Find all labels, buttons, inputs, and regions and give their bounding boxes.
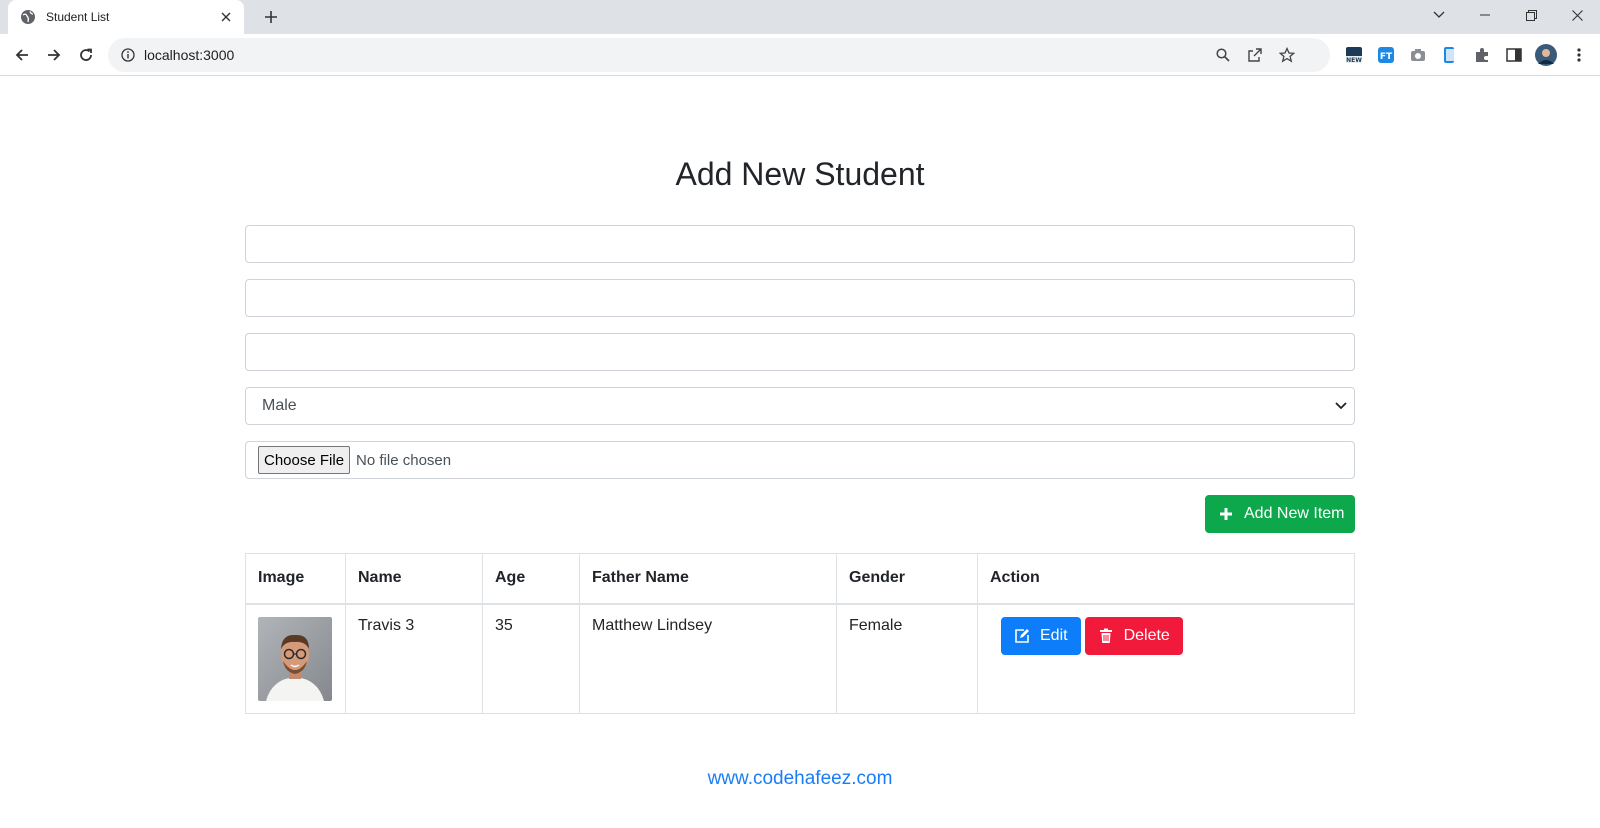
profile-avatar-icon[interactable]	[1535, 44, 1557, 66]
close-tab-icon[interactable]	[218, 9, 234, 25]
edit-button-label: Edit	[1040, 626, 1068, 644]
minimize-icon[interactable]	[1462, 0, 1508, 30]
father-name-input[interactable]	[245, 333, 1355, 371]
svg-text:FT: FT	[1380, 52, 1393, 62]
share-icon[interactable]	[1246, 46, 1264, 64]
chevron-down-icon	[1334, 399, 1348, 413]
forward-icon[interactable]	[40, 41, 68, 69]
camera-icon[interactable]	[1409, 46, 1427, 64]
student-age-input[interactable]	[245, 279, 1355, 317]
reload-icon[interactable]	[72, 41, 100, 69]
header-father-name: Father Name	[579, 553, 837, 605]
extensions-puzzle-icon[interactable]	[1473, 46, 1491, 64]
svg-text:NEW: NEW	[1346, 57, 1362, 64]
edit-button[interactable]: Edit	[1001, 616, 1081, 655]
file-status-text: No file chosen	[356, 451, 452, 469]
trash-icon	[1098, 628, 1114, 644]
header-action: Action	[977, 553, 1355, 605]
student-photo	[258, 616, 333, 701]
browser-tab[interactable]: Student List	[8, 0, 244, 34]
address-bar[interactable]: localhost:3000	[108, 38, 1330, 72]
gender-selected-value: Male	[262, 397, 297, 414]
add-new-item-button[interactable]: Add New Item	[1205, 495, 1355, 533]
table-header-row: Image Name Age Father Name Gender Action	[245, 553, 1355, 605]
close-window-icon[interactable]	[1554, 0, 1600, 30]
student-name-cell: Travis 3	[345, 603, 483, 714]
restore-icon[interactable]	[1508, 0, 1554, 30]
page-title: Add New Student	[675, 156, 925, 192]
footer-website-link[interactable]: www.codehafeez.com	[0, 768, 1600, 790]
browser-toolbar: localhost:3000 NEW FT	[0, 34, 1600, 76]
header-image: Image	[245, 553, 346, 605]
globe-icon	[20, 9, 36, 25]
menu-kebab-icon[interactable]	[1570, 46, 1588, 64]
news-extension-icon[interactable]: NEW	[1345, 46, 1363, 64]
tab-title: Student List	[46, 10, 110, 24]
header-name: Name	[345, 553, 483, 605]
header-age: Age	[482, 553, 580, 605]
students-table: Image Name Age Father Name Gender Action	[245, 553, 1355, 714]
ft-extension-icon[interactable]: FT	[1377, 46, 1395, 64]
delete-button[interactable]: Delete	[1084, 616, 1183, 655]
choose-file-button[interactable]: Choose File	[258, 446, 351, 474]
plus-icon	[1218, 506, 1234, 522]
url-text: localhost:3000	[144, 47, 235, 63]
header-gender: Gender	[836, 553, 978, 605]
tab-strip: Student List	[0, 0, 1600, 34]
back-icon[interactable]	[8, 41, 36, 69]
bookmark-star-icon[interactable]	[1278, 46, 1296, 64]
add-new-item-label: Add New Item	[1244, 505, 1345, 522]
student-gender-cell: Female	[836, 603, 978, 714]
student-name-input[interactable]	[245, 225, 1355, 263]
side-panel-icon[interactable]	[1505, 46, 1523, 64]
student-actions-cell: Edit Delete	[977, 603, 1355, 714]
image-file-input[interactable]: Choose File No file chosen	[245, 441, 1355, 479]
student-father-cell: Matthew Lindsey	[579, 603, 837, 714]
student-age-cell: 35	[482, 603, 580, 714]
tab-search-icon[interactable]	[1416, 0, 1462, 30]
delete-button-label: Delete	[1123, 626, 1170, 644]
edit-icon	[1014, 628, 1030, 644]
table-row: Travis 3 35 Matthew Lindsey Female Edit …	[245, 603, 1355, 714]
zoom-icon[interactable]	[1214, 46, 1232, 64]
new-tab-icon[interactable]	[260, 6, 282, 28]
phone-extension-icon[interactable]	[1441, 46, 1459, 64]
student-image-cell	[245, 603, 346, 714]
gender-select[interactable]: Male	[245, 387, 1355, 425]
site-info-icon[interactable]	[120, 47, 136, 63]
